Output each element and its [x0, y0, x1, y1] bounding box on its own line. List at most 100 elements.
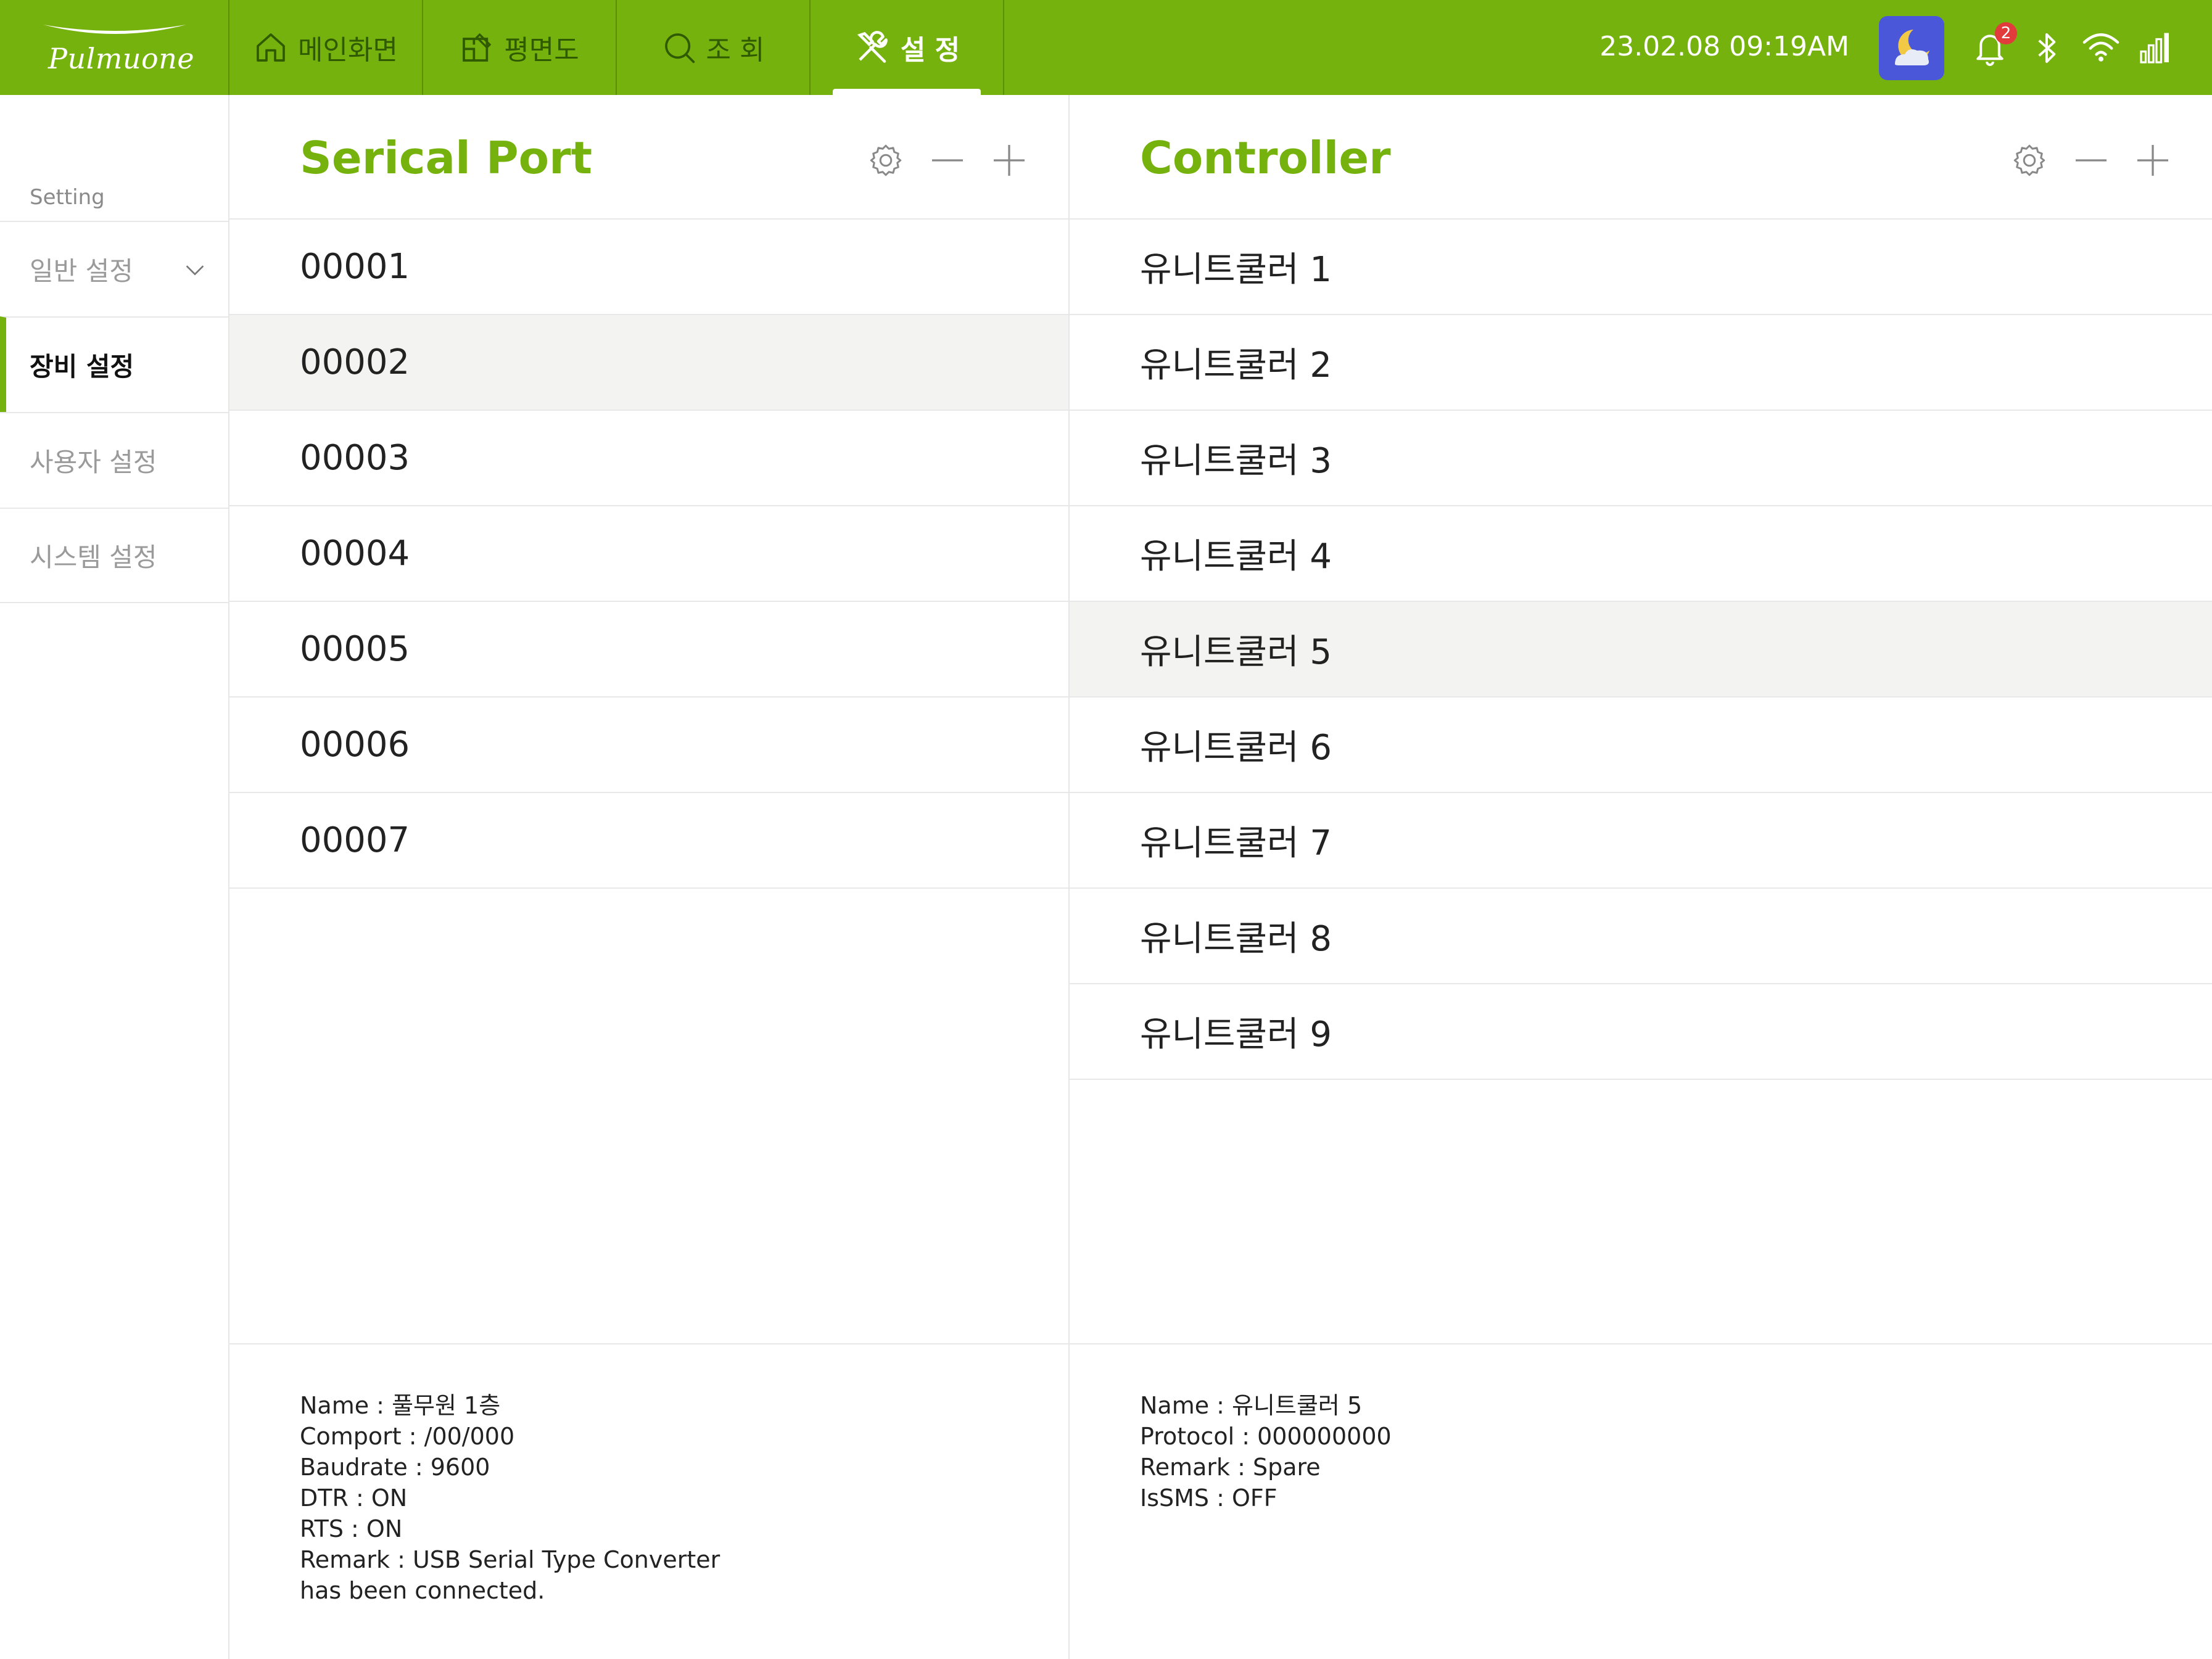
controller-add-button[interactable] [2131, 138, 2175, 183]
sidebar-item-equipment[interactable]: 장비 설정 [0, 316, 228, 412]
controller-toolbar [2007, 138, 2175, 183]
controller-list: 유니트쿨러 1 유니트쿨러 2 유니트쿨러 3 유니트쿨러 4 유니트쿨러 5 유니트쿨러… [1070, 220, 2212, 1080]
detail-line: Name : 유니트쿨러 5 [1140, 1392, 1363, 1419]
controller-row-label: 유니트쿨러 7 [1140, 823, 1332, 863]
detail-line: Remark : USB Serial Type Converter [300, 1546, 720, 1573]
controller-row[interactable]: 유니트쿨러 8 [1070, 889, 2212, 984]
detail-line: IsSMS : OFF [1140, 1484, 1277, 1512]
divider [229, 1343, 1068, 1344]
tab-search[interactable]: 조 회 [617, 0, 811, 95]
serial-port-row-label: 00005 [300, 629, 410, 669]
tab-settings[interactable]: 설 정 [811, 0, 1004, 95]
controller-row[interactable]: 유니트쿨러 6 [1070, 698, 2212, 793]
serial-port-row[interactable]: 00002 [229, 315, 1068, 411]
controller-row-label: 유니트쿨러 5 [1140, 632, 1332, 672]
sidebar-item-label: 사용자 설정 [30, 447, 157, 477]
serial-port-row[interactable]: 00001 [229, 220, 1068, 315]
controller-row-label: 유니트쿨러 1 [1140, 250, 1332, 290]
detail-line: RTS : ON [300, 1515, 403, 1542]
gear-icon [2013, 144, 2045, 176]
serial-port-detail: Name : 풀무원 1층 Comport : /00/000 Baudrate :… [300, 1390, 720, 1606]
controller-row[interactable]: 유니트쿨러 3 [1070, 411, 2212, 506]
serial-port-row-label: 00007 [300, 820, 410, 860]
serial-port-row[interactable]: 00003 [229, 411, 1068, 506]
bluetooth-icon[interactable] [2034, 28, 2059, 68]
sidebar-item-general[interactable]: 일반 설정 [0, 221, 228, 316]
home-icon [257, 33, 285, 62]
sidebar-caption: Setting [30, 185, 105, 210]
serial-port-add-button[interactable] [987, 138, 1031, 183]
detail-line: Protocol : 000000000 [1140, 1423, 1392, 1450]
divider [1070, 1343, 2212, 1344]
logo[interactable]: Pulmuone [0, 0, 229, 95]
settings-tools-icon [857, 31, 888, 63]
logo-text: Pulmuone [48, 42, 195, 75]
tab-floorplan[interactable]: 평면도 [423, 0, 617, 95]
tab-floorplan-label: 평면도 [504, 35, 579, 66]
controller-row-label: 유니트쿨러 9 [1140, 1015, 1332, 1055]
controller-row[interactable]: 유니트쿨러 4 [1070, 506, 2212, 602]
detail-line: Remark : Spare [1140, 1454, 1321, 1481]
controller-remove-button[interactable] [2069, 138, 2113, 183]
plus-icon [994, 145, 1025, 176]
serial-port-row-label: 00004 [300, 533, 410, 574]
datetime: 23.02.08 09:19AM [1599, 31, 1849, 62]
serial-port-row-label: 00002 [300, 342, 410, 382]
serial-port-row-label: 00003 [300, 438, 410, 478]
plus-icon [2137, 145, 2168, 176]
serial-port-panel: Serical Port 00001 00002 00003 00004 00005 00… [229, 95, 1070, 1659]
search-icon [664, 33, 695, 64]
serial-port-row-label: 00006 [300, 725, 410, 765]
signal-icon[interactable] [2138, 28, 2175, 65]
weather-night-icon[interactable] [1879, 16, 1944, 80]
controller-row-label: 유니트쿨러 6 [1140, 728, 1332, 768]
tab-main-label: 메인화면 [298, 35, 398, 66]
serial-port-remove-button[interactable] [925, 138, 970, 183]
minus-icon [932, 159, 963, 162]
controller-title: Controller [1140, 132, 1391, 184]
tab-search-label: 조 회 [706, 35, 765, 66]
detail-line: Comport : /00/000 [300, 1423, 515, 1450]
detail-line: Name : 풀무원 1층 [300, 1392, 501, 1419]
controller-row[interactable]: 유니트쿨러 2 [1070, 315, 2212, 411]
sidebar: Setting 일반 설정 장비 설정 사용자 설정 시스템 설정 [0, 95, 229, 1659]
controller-row-label: 유니트쿨러 8 [1140, 919, 1332, 959]
controller-row[interactable]: 유니트쿨러 9 [1070, 984, 2212, 1080]
controller-panel: Controller 유니트쿨러 1 유니트쿨러 2 유니트쿨러 3 유니트쿨러 4유… [1070, 95, 2212, 1659]
serial-port-title: Serical Port [300, 132, 593, 184]
serial-port-list: 00001 00002 00003 00004 00005 00006 00007 [229, 220, 1068, 889]
controller-row-label: 유니트쿨러 2 [1140, 345, 1332, 385]
minus-icon [2076, 159, 2107, 162]
chevron-down-icon [186, 265, 204, 276]
sidebar-item-label: 시스템 설정 [30, 542, 157, 572]
detail-line: has been connected. [300, 1577, 545, 1604]
controller-settings-button[interactable] [2007, 138, 2052, 183]
serial-port-row[interactable]: 00005 [229, 602, 1068, 698]
logo-swoosh-icon [43, 25, 186, 34]
gear-icon [870, 144, 902, 176]
controller-detail: Name : 유니트쿨러 5 Protocol : 000000000 Remark… [1140, 1390, 1392, 1513]
controller-row[interactable]: 유니트쿨러 1 [1070, 220, 2212, 315]
controller-row[interactable]: 유니트쿨러 5 [1070, 602, 2212, 698]
controller-row-label: 유니트쿨러 4 [1140, 537, 1332, 577]
floorplan-icon [463, 33, 492, 62]
main-nav: 메인화면 평면도 조 회 설 정 [229, 0, 1004, 95]
sidebar-item-label: 일반 설정 [30, 256, 133, 286]
tab-settings-label: 설 정 [900, 35, 960, 66]
serial-port-row[interactable]: 00004 [229, 506, 1068, 602]
tab-main[interactable]: 메인화면 [229, 0, 423, 95]
notification-badge: 2 [1995, 22, 2017, 44]
serial-port-row-label: 00001 [300, 247, 410, 287]
detail-line: DTR : ON [300, 1484, 408, 1512]
serial-port-row[interactable]: 00007 [229, 793, 1068, 889]
serial-port-settings-button[interactable] [864, 138, 908, 183]
sidebar-item-system[interactable]: 시스템 설정 [0, 508, 228, 603]
serial-port-toolbar [864, 138, 1031, 183]
sidebar-item-user[interactable]: 사용자 설정 [0, 412, 228, 508]
top-bar: Pulmuone 메인화면 평면도 조 회 설 정 23.02.08 09:19… [0, 0, 2212, 95]
wifi-icon[interactable] [2081, 28, 2121, 65]
serial-port-row[interactable]: 00006 [229, 698, 1068, 793]
controller-row[interactable]: 유니트쿨러 7 [1070, 793, 2212, 889]
controller-row-label: 유니트쿨러 3 [1140, 441, 1332, 481]
detail-line: Baudrate : 9600 [300, 1454, 490, 1481]
